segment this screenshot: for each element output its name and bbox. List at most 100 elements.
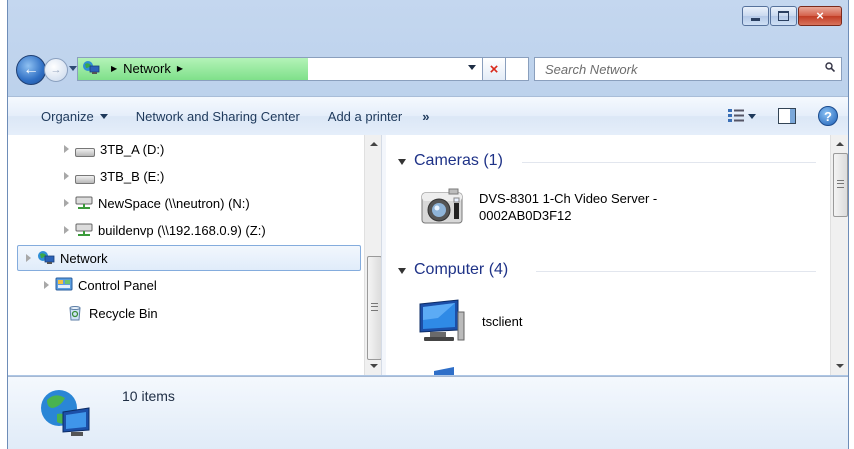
expand-arrow-icon[interactable]	[64, 199, 69, 207]
details-pane: 10 items	[8, 376, 848, 449]
back-arrow-icon: ←	[23, 61, 39, 78]
minimize-icon	[751, 17, 760, 21]
tree-item-label: Network	[60, 250, 108, 266]
tree-item-drive-d[interactable]: 3TB_A (D:)	[64, 137, 164, 161]
tree-item-network[interactable]: Network	[17, 245, 361, 271]
network-icon	[38, 251, 55, 264]
tree-item-control-panel[interactable]: Control Panel	[44, 273, 157, 297]
recent-pages-dropdown[interactable]	[69, 66, 77, 71]
expand-arrow-icon[interactable]	[64, 145, 69, 153]
group-header-computer[interactable]: Computer (4)	[398, 260, 508, 280]
explorer-window: × ← → ▶ Network ▶ × Organize Network and…	[7, 0, 849, 449]
back-button[interactable]: ←	[16, 55, 46, 85]
group-header-cameras[interactable]: Cameras (1)	[398, 151, 503, 171]
group-divider	[536, 271, 816, 272]
change-view-icon[interactable]	[728, 109, 744, 123]
network-drive-icon	[75, 196, 93, 209]
scroll-up-icon[interactable]	[836, 142, 844, 146]
address-breadcrumb: ▶ Network ▶	[82, 60, 189, 76]
minimize-button[interactable]	[742, 6, 769, 26]
address-bar[interactable]: ▶ Network ▶	[77, 57, 529, 81]
device-label: DVS-8301 1-Ch Video Server - 0002AB0D3F1…	[479, 190, 657, 224]
scrollbar-thumb[interactable]	[833, 153, 848, 217]
expand-arrow-icon[interactable]	[64, 172, 69, 180]
group-title: Computer (4)	[414, 261, 509, 278]
forward-arrow-icon: →	[50, 64, 62, 76]
item-count: 10 items	[122, 388, 175, 404]
collapse-group-icon[interactable]	[398, 159, 406, 165]
chevron-down-icon	[99, 113, 108, 119]
camera-icon	[421, 188, 463, 224]
scroll-down-icon[interactable]	[836, 364, 844, 368]
control-panel-icon	[55, 277, 73, 291]
tree-item-buildenvp[interactable]: buildenvp (\\192.168.0.9) (Z:)	[64, 218, 266, 242]
grip-icon	[837, 180, 844, 188]
network-sharing-center-label: Network and Sharing Center	[135, 108, 300, 124]
view-options-dropdown[interactable]	[748, 113, 756, 119]
breadcrumb-separator-icon[interactable]: ▶	[177, 64, 183, 73]
tree-item-label: 3TB_A (D:)	[100, 141, 165, 157]
group-divider	[522, 162, 816, 163]
expand-arrow-icon[interactable]	[44, 281, 49, 289]
network-drive-icon	[75, 223, 93, 236]
address-history-dropdown[interactable]	[468, 65, 476, 70]
content-pane: Cameras (1) DVS-8301 1-Ch Video Server -…	[386, 135, 830, 375]
close-button[interactable]: ×	[798, 6, 842, 26]
drive-icon	[75, 147, 95, 157]
expand-arrow-icon[interactable]	[64, 226, 69, 234]
nav-pane-scrollbar[interactable]	[364, 135, 382, 375]
group-title: Cameras (1)	[414, 152, 503, 169]
scroll-down-icon[interactable]	[370, 364, 378, 368]
help-glyph: ?	[824, 108, 832, 124]
grip-icon	[371, 303, 378, 311]
device-label-line1: DVS-8301 1-Ch Video Server -	[479, 191, 658, 206]
network-sharing-center-button[interactable]: Network and Sharing Center	[136, 109, 300, 124]
computer-label: tsclient	[482, 313, 523, 329]
caption-buttons: ×	[741, 6, 842, 26]
tree-item-label: Control Panel	[78, 277, 157, 293]
maximize-icon	[778, 11, 789, 21]
search-icon[interactable]	[825, 62, 835, 72]
content-pane-scrollbar[interactable]	[830, 135, 848, 375]
more-commands-button[interactable]: »	[422, 109, 429, 124]
stop-icon: ×	[489, 60, 499, 78]
device-dvs-8301[interactable]: DVS-8301 1-Ch Video Server - 0002AB0D3F1…	[418, 183, 657, 231]
breadcrumb-network[interactable]: Network	[123, 61, 171, 76]
computer-icon	[434, 367, 454, 375]
tree-item-label: buildenvp (\\192.168.0.9) (Z:)	[98, 222, 266, 238]
device-label-line2: 0002AB0D3F12	[479, 208, 572, 223]
tree-item-newspace[interactable]: NewSpace (\\neutron) (N:)	[64, 191, 250, 215]
tree-item-drive-e[interactable]: 3TB_B (E:)	[64, 164, 164, 188]
tree-item-label: 3TB_B (E:)	[100, 168, 165, 184]
scrollbar-thumb[interactable]	[367, 256, 382, 360]
network-icon	[83, 61, 100, 74]
command-bar: Organize Network and Sharing Center Add …	[8, 96, 848, 136]
close-icon: ×	[816, 8, 824, 23]
search-box[interactable]	[534, 57, 842, 81]
recycle-bin-icon	[69, 306, 81, 321]
add-printer-label: Add a printer	[327, 108, 403, 124]
drive-icon	[75, 174, 95, 184]
network-globe-icon	[41, 390, 90, 436]
computer-icon	[419, 299, 465, 341]
more-commands-icon: »	[422, 108, 430, 124]
organize-label: Organize	[41, 108, 94, 124]
tree-item-recycle-bin[interactable]: Recycle Bin	[55, 301, 158, 325]
computer-tsclient[interactable]: tsclient	[418, 298, 522, 344]
scroll-up-icon[interactable]	[370, 142, 378, 146]
tree-item-label: NewSpace (\\neutron) (N:)	[98, 195, 250, 211]
add-printer-button[interactable]: Add a printer	[328, 109, 402, 124]
forward-button[interactable]: →	[44, 58, 68, 82]
search-input[interactable]	[543, 61, 807, 78]
help-icon[interactable]: ?	[818, 106, 838, 126]
collapse-group-icon[interactable]	[398, 268, 406, 274]
tree-item-label: Recycle Bin	[89, 305, 158, 321]
organize-menu-button[interactable]: Organize	[41, 109, 108, 124]
maximize-button[interactable]	[770, 6, 797, 26]
expand-arrow-icon[interactable]	[26, 254, 31, 262]
preview-pane-icon[interactable]	[778, 108, 796, 124]
navigation-pane: 3TB_A (D:) 3TB_B (E:) NewSpace (\\neutro…	[8, 135, 382, 375]
stop-button[interactable]: ×	[482, 57, 506, 81]
breadcrumb-separator-icon[interactable]: ▶	[111, 64, 117, 73]
view-controls: ?	[728, 97, 848, 135]
